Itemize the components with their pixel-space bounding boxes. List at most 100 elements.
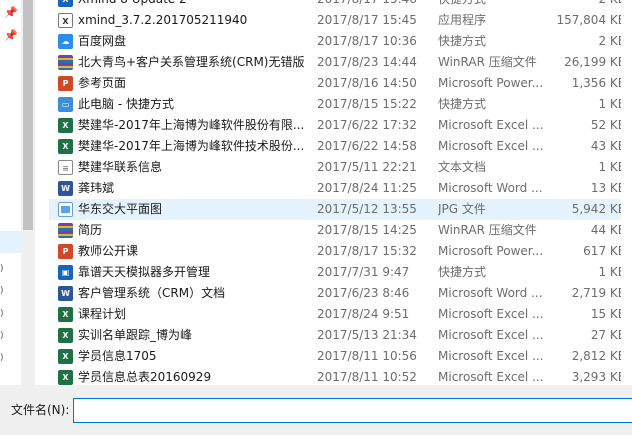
file-row[interactable]: X 课程计划 2017/8/24 9:51 Microsoft Excel ... 15… xyxy=(49,304,632,325)
expand-arrow-icon[interactable]: ) xyxy=(0,285,4,297)
file-name: 龚玮斌 xyxy=(78,181,115,195)
file-type: Microsoft Excel ... xyxy=(438,307,544,321)
file-row[interactable]: 华东交大平面图 2017/5/12 13:55 JPG 文件 5,942 KB xyxy=(49,199,632,220)
expand-arrow-icon[interactable]: ) xyxy=(0,330,4,342)
emulator-icon: ▣ xyxy=(58,265,73,280)
file-type: Microsoft Excel ... xyxy=(438,328,544,342)
file-size: 1 KB xyxy=(598,97,626,111)
file-date-modified: 2017/8/17 15:32 xyxy=(317,244,417,258)
file-row[interactable]: X 实训名单跟踪_博为峰 2017/5/13 21:34 Microsoft Exce… xyxy=(49,325,632,346)
file-name: 课程计划 xyxy=(78,307,127,321)
file-row[interactable]: ≡ 樊建华联系信息 2017/5/11 22:21 文本文档 1 KB xyxy=(49,157,632,178)
expand-arrow-icon[interactable]: ) xyxy=(0,263,4,275)
file-size: 1,356 KB xyxy=(571,76,626,90)
file-size: 5,942 KB xyxy=(571,202,626,216)
file-size: 2 KB xyxy=(549,0,626,10)
file-date-modified: 2017/5/11 22:21 xyxy=(317,160,417,174)
excel-icon: X xyxy=(58,139,73,154)
file-size: 2,812 KB xyxy=(571,349,626,363)
file-row[interactable]: P 参考页面 2017/8/16 14:50 Microsoft Power... 1,… xyxy=(49,73,632,94)
excel-icon: X xyxy=(58,328,73,343)
excel-icon: X xyxy=(58,118,73,133)
file-size: 52 KB xyxy=(590,118,626,132)
file-date-modified: 2017/8/17 10:36 xyxy=(317,34,417,48)
file-size: 2 KB xyxy=(598,34,626,48)
filename-label: 文件名(N): xyxy=(11,403,70,417)
file-size: 15 KB xyxy=(590,307,626,321)
powerpoint-icon: P xyxy=(58,244,73,259)
file-type: 快捷方式 xyxy=(438,34,487,48)
file-row[interactable]: X Xmind 8 Update 2 2017/8/17 15:46 快捷方式2 KB xyxy=(49,0,632,10)
file-row[interactable]: X 学员信息总表20160929 2017/8/11 10:52 Microsoft … xyxy=(49,367,632,385)
file-type: Microsoft Power... xyxy=(438,76,544,90)
expand-arrow-icon[interactable]: ) xyxy=(0,308,4,320)
file-row[interactable]: X 樊建华-2017年上海博为峰软件股份有限... 2017/6/22 17:32 M… xyxy=(49,115,632,136)
file-type: JPG 文件 xyxy=(438,202,486,216)
file-date-modified: 2017/6/22 14:58 xyxy=(317,139,417,153)
file-type: 快捷方式 xyxy=(438,0,549,10)
word-icon: W xyxy=(58,181,73,196)
file-date-modified: 2017/8/15 14:25 xyxy=(317,223,417,237)
file-name: 樊建华-2017年上海博为峰软件技术股份... xyxy=(78,139,305,153)
file-size: 2,719 KB xyxy=(571,286,626,300)
file-date-modified: 2017/7/31 9:47 xyxy=(317,265,410,279)
file-row[interactable]: 北大青鸟+客户关系管理系统(CRM)无错版 2017/8/23 14:44 WinR… xyxy=(49,52,632,73)
file-row[interactable]: W 龚玮斌 2017/8/24 11:25 Microsoft Word ... 13 … xyxy=(49,178,632,199)
navigation-scrollbar-thumb[interactable] xyxy=(23,0,33,230)
file-name: 百度网盘 xyxy=(78,34,127,48)
file-row[interactable]: W 客户管理系统（CRM）文档 2017/6/23 8:46 Microsoft Wo… xyxy=(49,283,632,304)
file-type: Microsoft Excel ... xyxy=(438,118,544,132)
file-size: 27 KB xyxy=(590,328,626,342)
powerpoint-icon: P xyxy=(58,76,73,91)
file-row[interactable]: X 樊建华-2017年上海博为峰软件技术股份... 2017/6/22 14:58 M… xyxy=(49,136,632,157)
shortcut-icon: X xyxy=(58,0,73,7)
file-name: 樊建华联系信息 xyxy=(78,160,163,174)
file-name: 简历 xyxy=(78,223,103,237)
word-icon: W xyxy=(58,286,73,301)
file-date-modified: 2017/8/16 14:50 xyxy=(317,76,417,90)
file-name: 华东交大平面图 xyxy=(78,202,163,216)
file-row[interactable]: ▭ 此电脑 - 快捷方式 2017/8/15 15:22 快捷方式 1 KB xyxy=(49,94,632,115)
pin-icon[interactable]: 📌 xyxy=(4,6,18,20)
winrar-icon xyxy=(58,55,73,70)
expand-arrow-icon[interactable]: ) xyxy=(0,352,4,364)
file-row[interactable]: P 教师公开课 2017/8/17 15:32 Microsoft Power... 6… xyxy=(49,241,632,262)
file-date-modified: 2017/8/17 15:46 xyxy=(317,0,432,10)
file-list-scrollbar[interactable] xyxy=(621,0,632,385)
excel-icon: X xyxy=(58,307,73,322)
file-row[interactable]: Xxmind_3.7.2.201705211940 2017/8/17 15:45… xyxy=(49,10,632,31)
file-size: 1 KB xyxy=(598,160,626,174)
navigation-selected-item[interactable] xyxy=(0,231,21,253)
file-name: 客户管理系统（CRM）文档 xyxy=(78,286,226,300)
file-date-modified: 2017/6/23 8:46 xyxy=(317,286,410,300)
application-icon: X xyxy=(58,13,73,28)
file-size: 617 KB xyxy=(583,244,626,258)
file-name: 学员信息1705 xyxy=(78,349,157,363)
file-name: 实训名单跟踪_博为峰 xyxy=(78,328,193,342)
cloud-icon: ☁ xyxy=(58,34,73,49)
file-name: 教师公开课 xyxy=(78,244,139,258)
open-file-dialog: 📌 📌 ) ) ) ) ) X Xmind 8 Update 2 2017/8/17… xyxy=(0,0,632,435)
file-date-modified: 2017/8/15 15:22 xyxy=(317,97,417,111)
text-file-icon: ≡ xyxy=(58,160,73,175)
file-type: Microsoft Word ... xyxy=(438,286,543,300)
file-date-modified: 2017/8/24 9:51 xyxy=(317,307,410,321)
file-date-modified: 2017/8/11 10:52 xyxy=(317,370,417,384)
file-type: Microsoft Excel ... xyxy=(438,349,544,363)
file-row[interactable]: ☁ 百度网盘 2017/8/17 10:36 快捷方式 2 KB xyxy=(49,31,632,52)
file-size: 13 KB xyxy=(590,181,626,195)
file-type: Microsoft Power... xyxy=(438,244,544,258)
filename-input[interactable] xyxy=(73,398,632,423)
file-type: Microsoft Excel ... xyxy=(438,370,544,384)
file-size: 157,804 KB xyxy=(556,13,626,27)
file-type: 快捷方式 xyxy=(438,265,487,279)
file-row[interactable]: 简历 2017/8/15 14:25 WinRAR 压缩文件 44 KB xyxy=(49,220,632,241)
file-date-modified: 2017/5/12 13:55 xyxy=(317,202,417,216)
file-row[interactable]: X 学员信息1705 2017/8/11 10:56 Microsoft Excel … xyxy=(49,346,632,367)
winrar-icon xyxy=(58,223,73,238)
file-list: XXmind 8 Update 22017/8/17 15:46快捷方式2 KB… xyxy=(49,0,632,385)
pin-icon[interactable]: 📌 xyxy=(4,29,18,43)
navigation-pane: 📌 📌 xyxy=(0,0,21,385)
file-date-modified: 2017/5/13 21:34 xyxy=(317,328,417,342)
file-row[interactable]: ▣ 靠谱天天模拟器多开管理 2017/7/31 9:47 快捷方式 1 KB xyxy=(49,262,632,283)
